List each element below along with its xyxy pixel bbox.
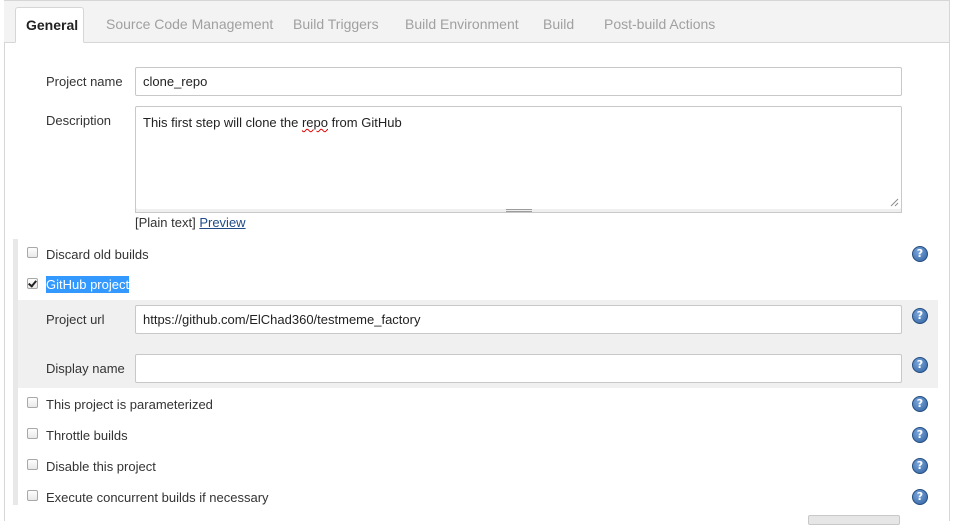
github-project-label-text: GitHub project bbox=[46, 276, 130, 293]
project-url-input[interactable]: https://github.com/ElChad360/testmeme_fa… bbox=[135, 305, 902, 334]
textarea-drag-handle[interactable] bbox=[135, 209, 902, 213]
help-icon[interactable]: ? bbox=[912, 396, 928, 412]
description-textarea[interactable]: This first step will clone the repo from… bbox=[135, 106, 902, 210]
tab-build-triggers[interactable]: Build Triggers bbox=[293, 7, 379, 43]
plain-text-label: [Plain text] bbox=[135, 215, 196, 230]
tab-build-environment[interactable]: Build Environment bbox=[405, 7, 519, 43]
help-icon[interactable]: ? bbox=[912, 489, 928, 505]
help-icon[interactable]: ? bbox=[912, 458, 928, 474]
help-icon[interactable]: ? bbox=[912, 427, 928, 443]
concurrent-builds-label[interactable]: Execute concurrent builds if necessary bbox=[46, 490, 269, 505]
help-icon[interactable]: ? bbox=[912, 308, 928, 324]
throttle-builds-label[interactable]: Throttle builds bbox=[46, 428, 128, 443]
parameterized-label[interactable]: This project is parameterized bbox=[46, 397, 213, 412]
throttle-builds-checkbox[interactable] bbox=[27, 428, 38, 439]
github-project-checkbox[interactable] bbox=[27, 278, 38, 289]
tab-post-build-actions[interactable]: Post-build Actions bbox=[604, 7, 715, 43]
description-format-row: [Plain text] Preview bbox=[135, 215, 246, 230]
preview-link[interactable]: Preview bbox=[199, 215, 245, 230]
project-name-input[interactable]: clone_repo bbox=[135, 67, 902, 96]
discard-old-builds-label[interactable]: Discard old builds bbox=[46, 247, 149, 262]
parameterized-checkbox[interactable] bbox=[27, 397, 38, 408]
github-project-label[interactable]: GitHub project bbox=[46, 276, 130, 293]
description-text-part1: This first step will clone the bbox=[143, 115, 302, 130]
discard-old-builds-checkbox[interactable] bbox=[27, 247, 38, 258]
advanced-button[interactable] bbox=[808, 515, 900, 525]
disable-project-checkbox[interactable] bbox=[27, 459, 38, 470]
description-label: Description bbox=[46, 113, 112, 128]
help-icon[interactable]: ? bbox=[912, 357, 928, 373]
project-name-label: Project name bbox=[46, 74, 123, 89]
display-name-input[interactable] bbox=[135, 354, 902, 383]
concurrent-builds-checkbox[interactable] bbox=[27, 490, 38, 501]
help-icon[interactable]: ? bbox=[912, 246, 928, 262]
tab-source-code-management[interactable]: Source Code Management bbox=[106, 7, 273, 43]
description-text-part2: from GitHub bbox=[327, 115, 402, 130]
tab-general[interactable]: General bbox=[15, 7, 84, 43]
disable-project-label[interactable]: Disable this project bbox=[46, 459, 156, 474]
display-name-label: Display name bbox=[46, 361, 125, 376]
description-misspelled-word: repo bbox=[301, 115, 328, 130]
tab-build[interactable]: Build bbox=[543, 7, 574, 43]
resize-grip-icon[interactable] bbox=[890, 198, 899, 207]
project-url-label: Project url bbox=[46, 312, 105, 327]
